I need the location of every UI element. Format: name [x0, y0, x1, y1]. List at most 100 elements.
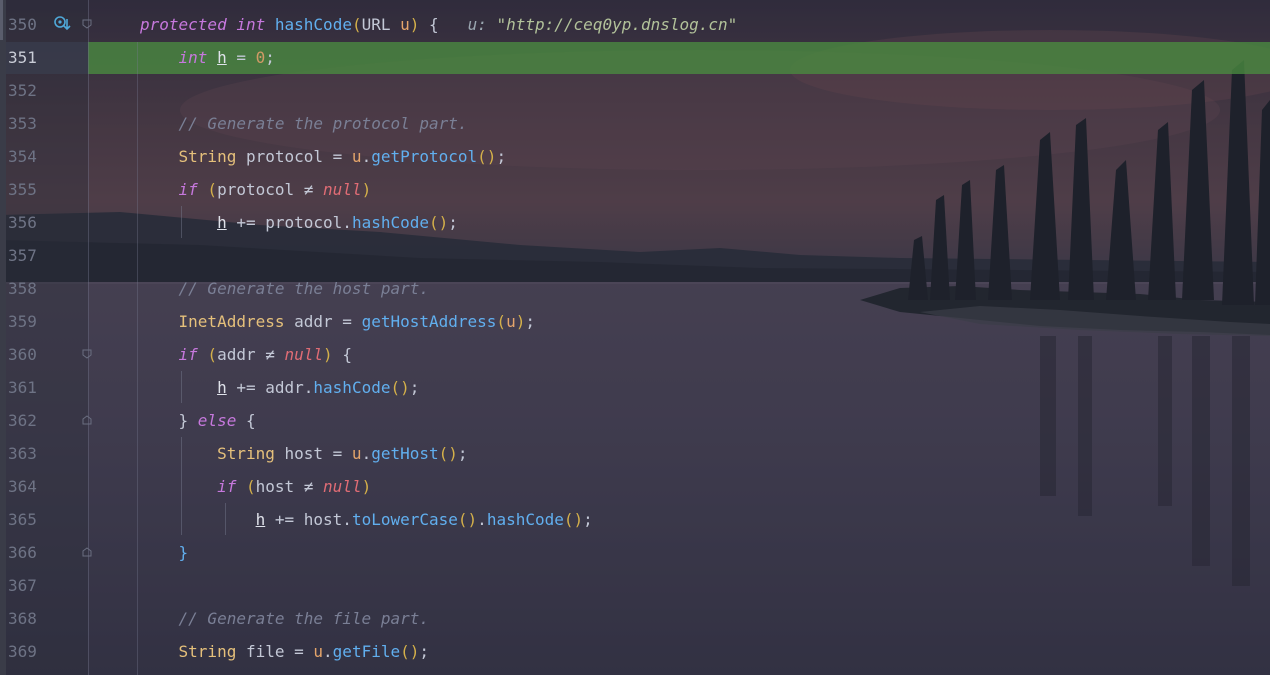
code-text[interactable]: } else {: [140, 404, 256, 437]
code-line[interactable]: 351 int h = 0;: [0, 41, 1270, 74]
code-token: (: [496, 312, 507, 331]
code-line[interactable]: 362 } else {: [0, 404, 1270, 437]
code-line[interactable]: 365 h += host.toLowerCase().hashCode();: [0, 503, 1270, 536]
line-number: 366: [8, 543, 37, 562]
fold-marker-icon[interactable]: [82, 19, 92, 29]
fold-marker-icon[interactable]: [82, 415, 92, 425]
code-text[interactable]: if (host ≠ null): [140, 470, 371, 503]
code-line[interactable]: 367: [0, 569, 1270, 602]
code-token: null: [323, 477, 362, 496]
fold-marker-icon[interactable]: [82, 349, 92, 359]
code-editor[interactable]: 350 protected int hashCode(URL u) { u: "h…: [0, 0, 1270, 675]
code-token: u: [351, 444, 362, 463]
code-line[interactable]: 361 h += addr.hashCode();: [0, 371, 1270, 404]
code-line[interactable]: 356 h += protocol.hashCode();: [0, 206, 1270, 239]
code-text[interactable]: protected int hashCode(URL u) { u: "http…: [140, 8, 737, 41]
code-token: u: [313, 642, 324, 661]
code-token: =: [226, 48, 256, 67]
code-token: hashCode: [351, 213, 429, 232]
code-token: ): [515, 312, 526, 331]
code-line[interactable]: 364 if (host ≠ null): [0, 470, 1270, 503]
code-token: ;: [457, 444, 468, 463]
code-token: else: [197, 411, 237, 430]
code-text[interactable]: if (protocol ≠ null): [140, 173, 372, 206]
code-text[interactable]: h += host.toLowerCase().hashCode();: [140, 503, 593, 536]
code-token: int: [178, 48, 208, 67]
override-method-icon[interactable]: [53, 15, 71, 33]
code-token: protocol: [217, 180, 304, 199]
code-token: ;: [496, 147, 507, 166]
code-token: getProtocol: [371, 147, 478, 166]
code-token: .: [361, 444, 372, 463]
code-line[interactable]: 350 protected int hashCode(URL u) { u: "h…: [0, 8, 1270, 41]
code-token: u:: [438, 15, 497, 34]
code-text[interactable]: String protocol = u.getProtocol();: [140, 140, 507, 173]
code-token: getHostAddress: [361, 312, 497, 331]
code-token: InetAddress: [178, 312, 285, 331]
code-token: h: [217, 213, 227, 232]
code-token: (): [390, 378, 410, 397]
code-text[interactable]: // Generate the protocol part.: [140, 107, 468, 140]
code-token: (): [563, 510, 584, 529]
code-token: hashCode: [486, 510, 564, 529]
code-token: h: [217, 378, 227, 397]
code-token: // Generate the host part.: [178, 279, 429, 298]
code-token: URL: [361, 15, 391, 34]
code-text[interactable]: // Generate the file part.: [140, 602, 429, 635]
code-line[interactable]: 363 String host = u.getHost();: [0, 437, 1270, 470]
code-line[interactable]: 352: [0, 74, 1270, 107]
code-token: if: [178, 345, 198, 364]
line-number: 364: [8, 477, 37, 496]
code-token: protected: [140, 15, 227, 34]
line-number: 361: [8, 378, 37, 397]
fold-marker-icon[interactable]: [82, 547, 92, 557]
code-line[interactable]: 357: [0, 239, 1270, 272]
code-token: ): [409, 15, 420, 34]
code-token: protocol =: [236, 147, 352, 166]
code-text[interactable]: h += protocol.hashCode();: [140, 206, 458, 239]
code-token: String: [217, 444, 275, 463]
code-token: (: [197, 345, 218, 364]
line-number: 362: [8, 411, 37, 430]
code-token: += host.: [265, 510, 352, 529]
code-token: ;: [265, 48, 275, 67]
code-line[interactable]: 355 if (protocol ≠ null): [0, 173, 1270, 206]
code-line[interactable]: 366 }: [0, 536, 1270, 569]
code-line[interactable]: 369 String file = u.getFile();: [0, 635, 1270, 668]
code-text[interactable]: InetAddress addr = getHostAddress(u);: [140, 305, 535, 338]
code-token: .: [477, 510, 487, 529]
code-text[interactable]: // Generate the host part.: [140, 272, 429, 305]
code-token: getHost: [371, 444, 439, 463]
code-line[interactable]: 360 if (addr ≠ null) {: [0, 338, 1270, 371]
code-token: ≠: [265, 345, 275, 364]
code-line[interactable]: 353 // Generate the protocol part.: [0, 107, 1270, 140]
code-token: .: [361, 147, 372, 166]
code-line[interactable]: 354 String protocol = u.getProtocol();: [0, 140, 1270, 173]
code-line[interactable]: 358 // Generate the host part.: [0, 272, 1270, 305]
line-number: 357: [8, 246, 37, 265]
line-number: 352: [8, 81, 37, 100]
code-text[interactable]: String file = u.getFile();: [140, 635, 429, 668]
line-number: 358: [8, 279, 37, 298]
code-token: null: [323, 180, 362, 199]
code-token: toLowerCase: [351, 510, 458, 529]
code-text[interactable]: h += addr.hashCode();: [140, 371, 419, 404]
code-text[interactable]: String host = u.getHost();: [140, 437, 468, 470]
code-line[interactable]: 359 InetAddress addr = getHostAddress(u)…: [0, 305, 1270, 338]
code-text[interactable]: if (addr ≠ null) {: [140, 338, 352, 371]
code-text[interactable]: int h = 0;: [140, 41, 275, 74]
code-line[interactable]: 368 // Generate the file part.: [0, 602, 1270, 635]
code-token: host =: [274, 444, 352, 463]
code-token: hashCode: [313, 378, 391, 397]
code-token: ≠: [303, 180, 314, 199]
line-number: 350: [8, 15, 37, 34]
code-token: h: [217, 48, 227, 67]
code-text[interactable]: }: [140, 536, 189, 569]
